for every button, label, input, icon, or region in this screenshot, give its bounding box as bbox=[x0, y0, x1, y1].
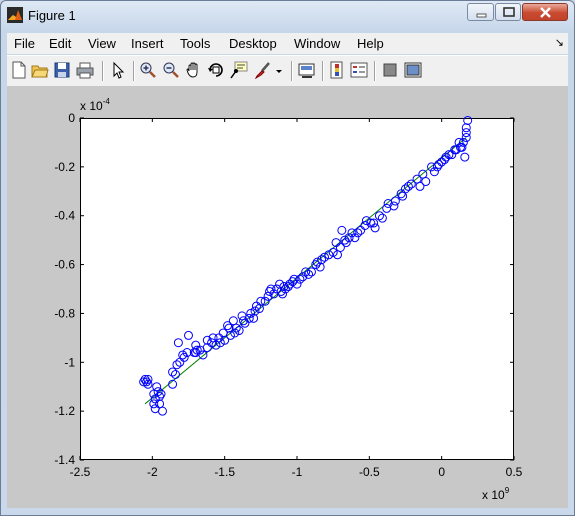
data-point bbox=[191, 340, 201, 350]
y-exponent-label: x 10-4 bbox=[80, 97, 110, 113]
data-point bbox=[155, 399, 165, 409]
scatter-plot: x 10-4 x 109 -2.5 -2 -1.5 -1 -0.5 0 0.5 -1.4 -1.… bbox=[54, 97, 523, 502]
y-tick-label: -0.8 bbox=[54, 306, 75, 320]
y-tick-label: -1 bbox=[64, 355, 75, 369]
y-tick-label: -1.4 bbox=[54, 453, 75, 467]
x-exponent-label: x 109 bbox=[482, 486, 510, 502]
data-point bbox=[173, 338, 183, 348]
x-tick-label: -2.5 bbox=[70, 465, 91, 479]
y-tick-label: 0 bbox=[68, 111, 75, 125]
data-point bbox=[370, 223, 380, 233]
y-tick-label: -0.4 bbox=[54, 209, 75, 223]
data-point bbox=[460, 152, 470, 162]
data-point bbox=[421, 177, 431, 187]
data-point bbox=[461, 123, 471, 133]
x-tick-label: 0.5 bbox=[506, 465, 523, 479]
y-tick-label: -1.2 bbox=[54, 404, 75, 418]
data-point bbox=[157, 406, 167, 416]
data-point bbox=[461, 128, 471, 138]
x-tick-label: 0 bbox=[438, 465, 445, 479]
data-point bbox=[337, 225, 347, 235]
data-point bbox=[152, 382, 162, 392]
y-tick-label: -0.6 bbox=[54, 258, 75, 272]
fit-line bbox=[144, 137, 467, 405]
x-tick-label: -1 bbox=[292, 465, 303, 479]
x-tick-label: -1.5 bbox=[214, 465, 235, 479]
data-point bbox=[418, 169, 428, 179]
y-tick-label: -0.2 bbox=[54, 160, 75, 174]
data-point bbox=[335, 242, 345, 252]
x-tick-label: -0.5 bbox=[359, 465, 380, 479]
data-point bbox=[184, 330, 193, 340]
data-point bbox=[223, 321, 233, 331]
data-point bbox=[463, 115, 473, 125]
x-tick-label: -2 bbox=[147, 465, 158, 479]
